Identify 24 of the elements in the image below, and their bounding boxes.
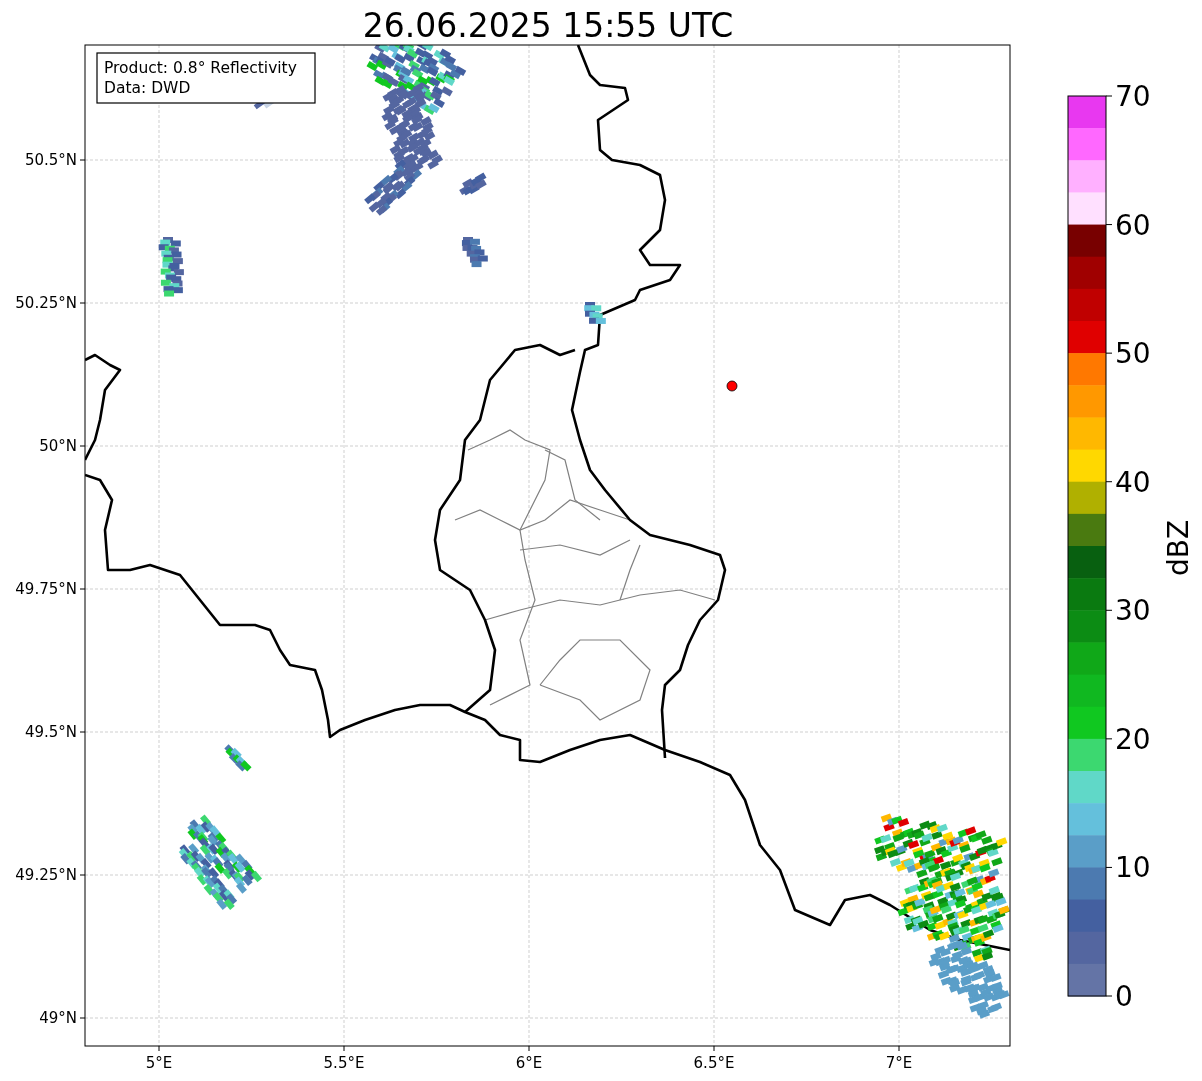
info-text: Data: DWD <box>104 79 191 97</box>
longitude-label: 7°E <box>885 1054 913 1072</box>
latitude-label: 49.25°N <box>15 866 77 884</box>
latitude-label: 50.25°N <box>15 294 77 312</box>
latitude-label: 50.5°N <box>24 151 77 169</box>
longitude-label: 5°E <box>145 1054 173 1072</box>
colorbar-tick-label: 40 <box>1115 465 1151 499</box>
colorbar-label: dBZ <box>1162 519 1195 577</box>
colorbar-tick-label: 70 <box>1115 80 1151 113</box>
colorbar-tick-label: 30 <box>1115 594 1151 628</box>
latitude-label: 49°N <box>39 1009 77 1027</box>
latitude-label: 49.75°N <box>15 580 77 598</box>
colorbar-tick-label: 60 <box>1115 208 1151 242</box>
map-title: 26.06.2025 15:55 UTC <box>362 6 734 45</box>
latitude-label: 49.5°N <box>24 723 77 741</box>
longitude-label: 6.5°E <box>693 1054 735 1072</box>
colorbar-tick-label: 50 <box>1115 337 1151 371</box>
colorbar-tick-label: 20 <box>1115 722 1151 756</box>
latitude-label: 50°N <box>39 437 77 455</box>
longitude-label: 6°E <box>515 1054 543 1072</box>
longitude-label: 5.5°E <box>323 1054 365 1072</box>
info-text: Product: 0.8° Reflectivity <box>104 59 297 77</box>
colorbar-tick-label: 0 <box>1115 980 1133 1013</box>
colorbar-tick-label: 10 <box>1115 851 1151 885</box>
